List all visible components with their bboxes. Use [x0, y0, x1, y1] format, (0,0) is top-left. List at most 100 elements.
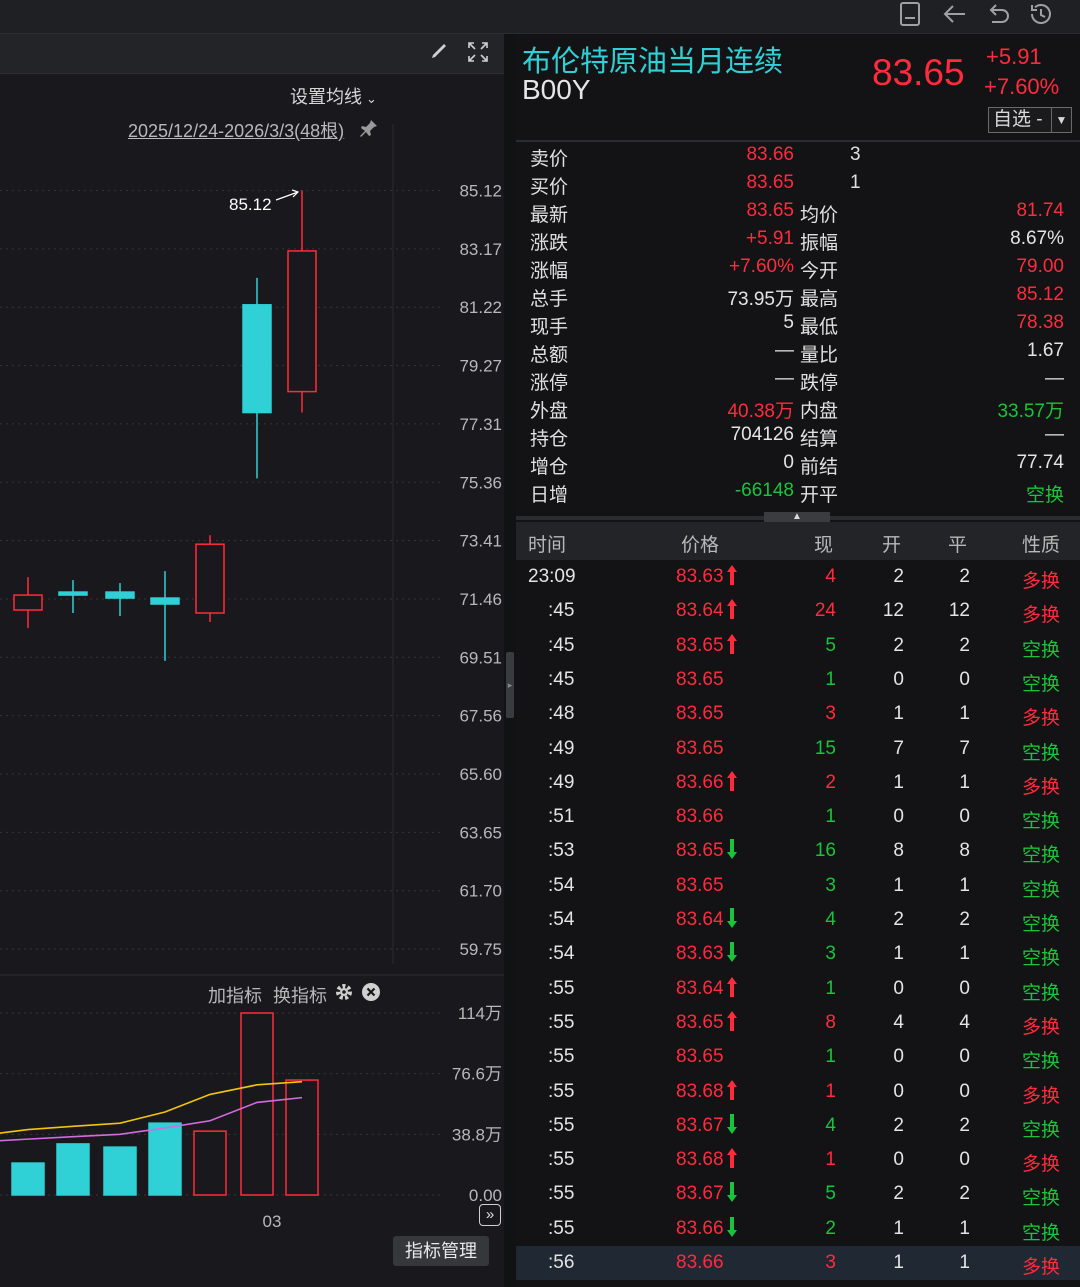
tick-row[interactable]: :55 83.67 5 2 2 空换 — [516, 1177, 1080, 1211]
quote-label: 结算 — [800, 429, 839, 450]
price-tick-label: 69.51 — [459, 648, 502, 667]
indicator-manage-button[interactable]: 指标管理 — [393, 1236, 489, 1266]
price-tick-label: 81.22 — [459, 298, 502, 317]
tick-volume: 16 — [814, 840, 836, 862]
price-tick-label: 83.17 — [459, 240, 502, 259]
quote-value: -66148 — [734, 480, 794, 501]
gear-icon[interactable] — [334, 982, 354, 1007]
tick-row[interactable]: :54 83.65 3 1 1 空换 — [516, 869, 1080, 903]
tick-price: 83.65 — [676, 737, 724, 759]
arrow-up-icon — [726, 1010, 738, 1038]
quote-value: 83.65 — [746, 200, 794, 221]
tick-nature: 空换 — [1022, 948, 1061, 970]
tick-row[interactable]: :45 83.65 1 0 0 空换 — [516, 663, 1080, 697]
tick-nature: 多换 — [1022, 605, 1061, 627]
expand-right-icon[interactable]: » — [479, 1204, 501, 1226]
tick-row[interactable]: :48 83.65 3 1 1 多换 — [516, 697, 1080, 731]
tick-open: 1 — [893, 943, 904, 965]
tick-time: :55 — [548, 1149, 575, 1171]
tick-row[interactable]: :56 83.66 3 1 1 多换 — [516, 1246, 1080, 1280]
tick-volume: 15 — [814, 737, 836, 759]
switch-indicator-button[interactable]: 换指标 — [273, 986, 327, 1006]
tick-row[interactable]: :55 83.65 1 0 0 空换 — [516, 1040, 1080, 1074]
quote-value: 40.38万 — [727, 401, 794, 422]
kline-chart[interactable]: 85.12 83.17 81.22 79.27 77.31 75.36 73.41 71.46… — [0, 34, 504, 1287]
range-label: 2025/12/24-2026/3/3(48根) — [128, 117, 344, 143]
quote-label: 内盘 — [800, 401, 839, 422]
volume-tick-label: 0.00 — [469, 1186, 502, 1205]
tick-volume: 24 — [814, 600, 836, 622]
quote-value: 1.67 — [1027, 340, 1064, 361]
tick-header-cell: 平 — [948, 535, 968, 556]
candle-body — [105, 591, 135, 599]
tick-open: 1 — [893, 1252, 904, 1273]
tick-row[interactable]: :53 83.65 16 8 8 空换 — [516, 834, 1080, 868]
tick-nature: 多换 — [1022, 1257, 1061, 1278]
tick-row[interactable]: :54 83.64 4 2 2 空换 — [516, 903, 1080, 937]
tick-row[interactable]: :45 83.64 24 12 12 多换 — [516, 594, 1080, 628]
tick-time: :55 — [548, 1114, 575, 1136]
collapse-handle[interactable]: ▸ — [506, 652, 514, 718]
tick-nature: 空换 — [1022, 1222, 1061, 1244]
back-arrow-icon[interactable] — [940, 0, 970, 30]
tick-price: 83.68 — [676, 1080, 724, 1102]
quote-label: 涨跌 — [530, 233, 569, 254]
add-indicator-button[interactable]: 加指标 — [208, 986, 262, 1006]
tick-row[interactable]: :55 83.67 4 2 2 空换 — [516, 1109, 1080, 1143]
tick-nature: 空换 — [1022, 811, 1061, 833]
tick-volume: 1 — [825, 668, 836, 690]
undo-icon[interactable] — [983, 0, 1013, 30]
tick-nature: 多换 — [1022, 776, 1061, 798]
tick-price: 83.66 — [676, 771, 724, 793]
tick-header-cell: 时间 — [528, 535, 567, 556]
tick-row[interactable]: 23:09 83.63 4 2 2 多换 — [516, 560, 1080, 594]
close-indicator-icon[interactable] — [361, 982, 381, 1007]
candle-body — [287, 250, 317, 393]
tick-nature: 多换 — [1022, 571, 1061, 592]
tick-table-header: 时间 价格 现 开 平 性质 — [516, 522, 1080, 560]
tick-row[interactable]: :55 83.65 8 4 4 多换 — [516, 1006, 1080, 1040]
quote-value: — — [1045, 424, 1064, 445]
favorite-dropdown[interactable]: 自选 - ▼ — [988, 107, 1072, 133]
tick-price: 83.63 — [676, 566, 724, 587]
tick-time: :48 — [548, 703, 575, 725]
bookmark-icon[interactable] — [895, 0, 925, 30]
arrow-down-icon — [726, 907, 738, 935]
tick-time: :54 — [548, 943, 575, 965]
tick-open: 2 — [893, 1183, 904, 1205]
range-text: 2025/12/24-2026/3/3(48根) — [128, 121, 345, 141]
history-icon[interactable] — [1026, 0, 1056, 30]
volume-bar — [148, 1122, 182, 1196]
tick-row[interactable]: :55 83.64 1 0 0 空换 — [516, 972, 1080, 1006]
tick-open: 7 — [893, 737, 904, 759]
tick-row[interactable]: :49 83.66 2 1 1 多换 — [516, 766, 1080, 800]
tick-price: 83.64 — [676, 977, 724, 999]
arrow-up-icon — [726, 633, 738, 661]
quote-value: +5.91 — [745, 228, 794, 249]
last-price: 83.65 — [872, 52, 965, 93]
tick-volume: 1 — [825, 1149, 836, 1171]
tick-close: 1 — [959, 771, 970, 793]
quote-row: 持仓 704126 结算 — — [516, 424, 1080, 452]
collapse-up-icon[interactable]: ▲ — [764, 512, 830, 522]
ma-setting-button[interactable]: 设置均线 ⌄ — [290, 83, 377, 109]
tick-row[interactable]: :55 83.68 1 0 0 多换 — [516, 1075, 1080, 1109]
price-tick-label: 65.60 — [459, 765, 502, 784]
pin-icon[interactable] — [359, 118, 379, 143]
tick-time: :55 — [548, 977, 575, 999]
indicator-toolbar: 加指标 换指标 — [208, 982, 327, 1008]
tick-row[interactable]: :55 83.68 1 0 0 多换 — [516, 1143, 1080, 1177]
tick-header-cell: 开 — [882, 535, 902, 556]
tick-time: :49 — [548, 737, 575, 759]
tick-header-cell: 性质 — [1022, 535, 1061, 556]
tick-row[interactable]: :45 83.65 5 2 2 空换 — [516, 629, 1080, 663]
tick-row[interactable]: :51 83.66 1 0 0 空换 — [516, 800, 1080, 834]
tick-row[interactable]: :49 83.65 15 7 7 空换 — [516, 732, 1080, 766]
volume-bar — [11, 1162, 45, 1196]
tick-row[interactable]: :54 83.63 3 1 1 空换 — [516, 937, 1080, 971]
candle-body — [195, 543, 225, 614]
tick-row[interactable]: :55 83.66 2 1 1 空换 — [516, 1212, 1080, 1246]
volume-bar — [285, 1079, 319, 1196]
tick-volume: 3 — [825, 703, 836, 725]
high-price-marker: 85.12 — [229, 195, 272, 214]
